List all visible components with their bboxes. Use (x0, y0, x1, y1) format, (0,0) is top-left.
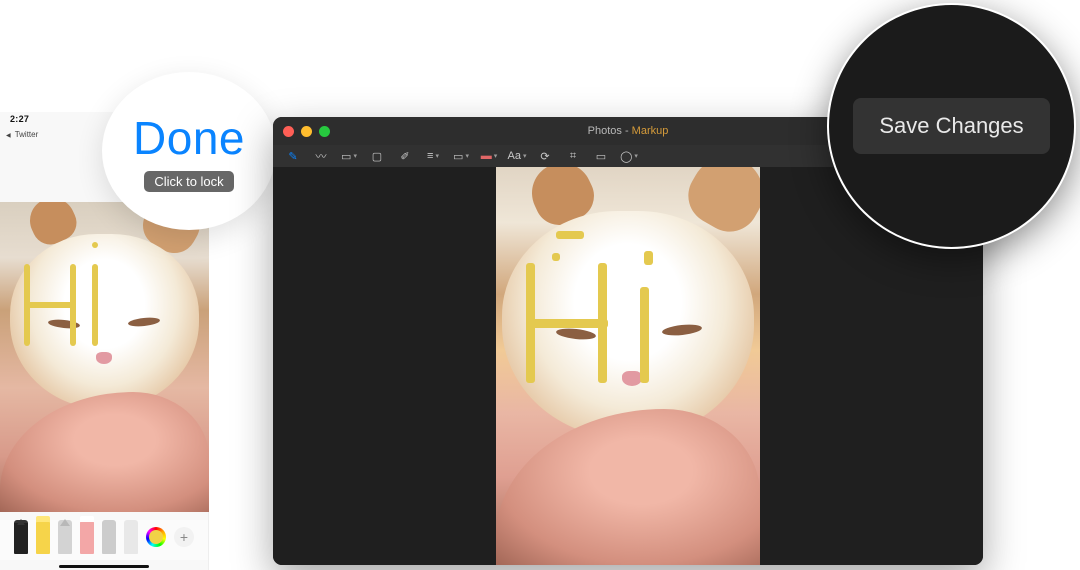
markup-stroke (644, 251, 653, 265)
rotate-icon[interactable]: ⟳ (537, 149, 553, 163)
iphone-photo-canvas[interactable] (0, 202, 209, 512)
add-button[interactable]: + (174, 527, 194, 547)
photo-content (496, 409, 760, 565)
title-mode: Markup (632, 125, 669, 137)
shape-style-icon[interactable]: ≡▾ (425, 149, 441, 163)
draw-icon[interactable]: 〰 (313, 149, 329, 163)
home-indicator[interactable] (59, 565, 149, 568)
pencil-tool[interactable] (58, 520, 72, 554)
describe-icon[interactable]: ▭ (593, 149, 609, 163)
mac-photo-canvas[interactable] (496, 167, 760, 565)
border-color-icon[interactable]: ▭▾ (453, 149, 469, 163)
fill-color-icon[interactable]: ▬▾ (481, 149, 497, 163)
highlighter-tool[interactable] (36, 520, 50, 554)
crop-icon[interactable]: ⌗ (565, 149, 581, 163)
save-changes-button[interactable]: Save Changes (853, 98, 1049, 154)
status-time: 2:27 (10, 114, 29, 124)
text-style-icon[interactable]: Aa▾ (509, 149, 525, 163)
minimize-icon[interactable] (301, 126, 312, 137)
markup-stroke (552, 253, 560, 261)
done-callout: Done Click to lock (102, 72, 276, 230)
annotate-icon[interactable]: ◯▾ (621, 149, 637, 163)
window-title: Photos - Markup (588, 125, 669, 137)
markup-stroke (92, 242, 98, 248)
breadcrumb-back[interactable]: Twitter (6, 130, 38, 139)
close-icon[interactable] (283, 126, 294, 137)
iphone-markup-toolbar: + (0, 520, 208, 560)
photo-content (622, 371, 642, 386)
title-app: Photos (588, 125, 622, 137)
photo-content (0, 392, 209, 512)
markup-stroke (556, 231, 584, 239)
breadcrumb-label: Twitter (15, 130, 39, 139)
save-changes-callout: Save Changes (827, 3, 1076, 249)
photo-content (96, 352, 112, 364)
photo-content (10, 234, 199, 409)
lasso-tool[interactable] (102, 520, 116, 554)
color-picker[interactable] (146, 527, 166, 547)
text-icon[interactable]: ▢ (369, 149, 385, 163)
markup-stroke (24, 302, 76, 308)
done-button[interactable]: Done (133, 111, 245, 165)
markup-stroke (92, 264, 98, 346)
zoom-icon[interactable] (319, 126, 330, 137)
sketch-icon[interactable]: ✎ (285, 149, 301, 163)
markup-stroke (640, 287, 649, 383)
ruler-tool[interactable] (124, 520, 138, 554)
sign-icon[interactable]: ✐ (397, 149, 413, 163)
mac-canvas (273, 167, 983, 565)
markup-stroke (526, 319, 608, 328)
pen-tool[interactable] (14, 520, 28, 554)
click-to-lock-hint: Click to lock (144, 171, 233, 192)
eraser-tool[interactable] (80, 520, 94, 554)
window-controls (283, 126, 330, 137)
shapes-icon[interactable]: ▭▾ (341, 149, 357, 163)
